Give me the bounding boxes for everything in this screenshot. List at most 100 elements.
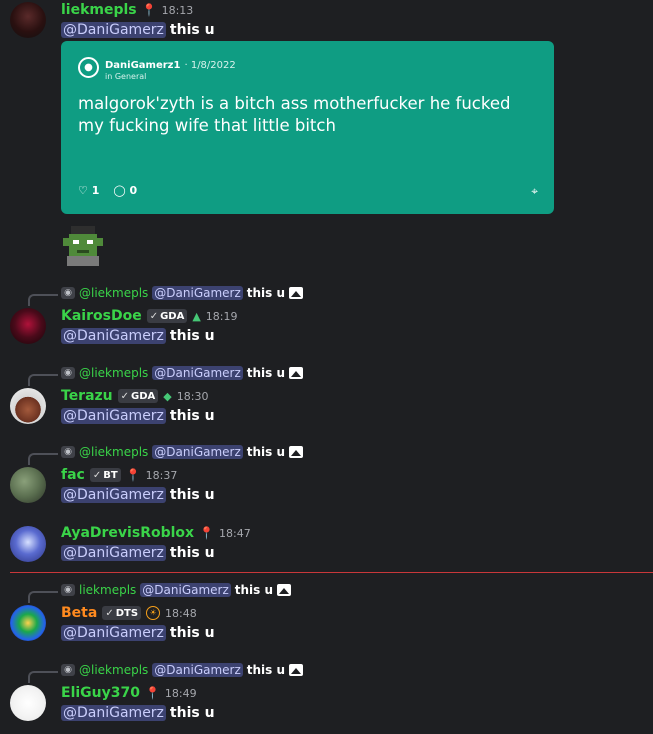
avatar[interactable]	[10, 2, 46, 38]
embed-author-name: DaniGamerz1	[105, 60, 181, 71]
reply-avatar: ◉	[61, 446, 75, 458]
message-header: KairosDoe ✓ GDA ▲ 18:19	[61, 308, 238, 324]
message-header: liekmepls 📍 18:13	[61, 2, 193, 18]
user-circle-icon: ●	[78, 56, 99, 78]
user-mention[interactable]: @DaniGamerz	[61, 487, 166, 503]
timestamp: 18:47	[219, 526, 251, 540]
embed-stats: ♡ 1 ◯ 0	[78, 184, 137, 197]
avatar[interactable]	[10, 467, 46, 503]
timestamp: 18:19	[205, 309, 238, 323]
pin-icon: 📍	[125, 468, 141, 482]
reply-text: this u	[234, 583, 274, 597]
sword-icon: ✓	[105, 607, 114, 619]
reply-spine	[28, 591, 58, 603]
avatar[interactable]	[10, 308, 46, 344]
avatar[interactable]	[10, 388, 46, 424]
user-mention[interactable]: @DaniGamerz	[61, 408, 166, 424]
username[interactable]: liekmepls	[61, 2, 137, 18]
reply-mention[interactable]: @DaniGamerz	[152, 286, 243, 300]
user-mention[interactable]: @DaniGamerz	[61, 328, 166, 344]
username[interactable]: Beta	[61, 605, 97, 621]
timestamp: 18:48	[165, 606, 197, 620]
reply-preview[interactable]: ◉ liekmepls @DaniGamerz this u	[61, 583, 292, 597]
share-icon[interactable]: ⌖	[531, 184, 538, 199]
heart-icon: ♡	[78, 184, 88, 197]
message-header: Beta ✓ DTS ☀ 18:48	[61, 605, 197, 621]
status-icon: ▲	[192, 309, 201, 323]
message-text: this u	[169, 705, 215, 721]
timestamp: 18:30	[176, 389, 209, 403]
reply-preview[interactable]: ◉ @liekmepls @DaniGamerz this u	[61, 366, 304, 380]
image-icon	[277, 584, 292, 596]
reply-preview[interactable]: ◉ @liekmepls @DaniGamerz this u	[61, 286, 304, 300]
role-badge[interactable]: ✓ GDA	[146, 309, 188, 323]
role-badge[interactable]: ✓ DTS	[102, 606, 142, 620]
message-content: @DaniGamerz this u	[61, 705, 215, 721]
avatar[interactable]	[10, 605, 46, 641]
user-mention[interactable]: @DaniGamerz	[61, 22, 166, 38]
message-header: Terazu ✓ GDA ◆ 18:30	[61, 388, 208, 404]
message-text: this u	[169, 545, 215, 561]
username[interactable]: fac	[61, 467, 85, 483]
reply-username[interactable]: liekmepls	[79, 583, 136, 597]
reply-avatar: ◉	[61, 664, 75, 676]
message-text: this u	[169, 487, 215, 503]
message-text: this u	[169, 408, 215, 424]
reply-text: this u	[246, 286, 286, 300]
comment-count[interactable]: ◯ 0	[113, 184, 137, 197]
username[interactable]: AyaDrevisRoblox	[61, 525, 194, 541]
like-count[interactable]: ♡ 1	[78, 184, 99, 197]
message-content: @DaniGamerz this u	[61, 22, 215, 38]
reply-username[interactable]: @liekmepls	[79, 286, 148, 300]
message-content: @DaniGamerz this u	[61, 625, 215, 641]
message-header: fac ✓ BT 📍 18:37	[61, 467, 177, 483]
embed-date: · 1/8/2022	[184, 60, 236, 71]
message-text: this u	[169, 625, 215, 641]
reply-username[interactable]: @liekmepls	[79, 663, 148, 677]
reply-mention[interactable]: @DaniGamerz	[152, 445, 243, 459]
reply-mention[interactable]: @DaniGamerz	[152, 366, 243, 380]
reply-text: this u	[246, 445, 286, 459]
username[interactable]: EliGuy370	[61, 685, 140, 701]
username[interactable]: KairosDoe	[61, 308, 142, 324]
reply-mention[interactable]: @DaniGamerz	[152, 663, 243, 677]
reply-username[interactable]: @liekmepls	[79, 445, 148, 459]
message-content: @DaniGamerz this u	[61, 328, 215, 344]
avatar[interactable]	[10, 526, 46, 562]
sword-icon: ✓	[149, 310, 159, 322]
quote-embed[interactable]: ● DaniGamerz1 · 1/8/2022 in General malgo…	[61, 41, 554, 214]
user-mention[interactable]: @DaniGamerz	[61, 545, 166, 561]
role-badge[interactable]: ✓ GDA	[117, 389, 159, 403]
reply-mention[interactable]: @DaniGamerz	[140, 583, 231, 597]
message-text: this u	[169, 328, 215, 344]
user-mention[interactable]: @DaniGamerz	[61, 625, 166, 641]
gem-icon: ◆	[163, 389, 172, 403]
image-icon	[289, 367, 304, 379]
reply-username[interactable]: @liekmepls	[79, 366, 148, 380]
timestamp: 18:13	[161, 3, 194, 17]
timestamp: 18:49	[164, 686, 197, 700]
image-icon	[289, 287, 304, 299]
user-mention[interactable]: @DaniGamerz	[61, 705, 166, 721]
reply-avatar: ◉	[61, 367, 75, 379]
pin-icon: 📍	[144, 686, 160, 700]
reply-avatar: ◉	[61, 287, 75, 299]
username[interactable]: Terazu	[61, 388, 113, 404]
image-icon	[289, 446, 304, 458]
reply-spine	[28, 294, 58, 306]
embed-author: ● DaniGamerz1 · 1/8/2022 in General	[78, 53, 236, 81]
reply-preview[interactable]: ◉ @liekmepls @DaniGamerz this u	[61, 445, 304, 459]
avatar[interactable]	[10, 685, 46, 721]
message-header: EliGuy370 📍 18:49	[61, 685, 197, 701]
pin-icon: 📍	[199, 526, 215, 540]
message-content: @DaniGamerz this u	[61, 545, 215, 561]
embed-quote-text: malgorok'zyth is a bitch ass motherfucke…	[78, 94, 511, 135]
reply-preview[interactable]: ◉ @liekmepls @DaniGamerz this u	[61, 663, 304, 677]
message-content: @DaniGamerz this u	[61, 408, 215, 424]
role-badge[interactable]: ✓ BT	[89, 468, 121, 482]
timestamp: 18:37	[145, 468, 178, 482]
sun-icon: ☀	[146, 606, 161, 620]
comment-icon: ◯	[113, 184, 126, 197]
reply-avatar: ◉	[61, 584, 75, 596]
reply-spine	[28, 671, 58, 683]
